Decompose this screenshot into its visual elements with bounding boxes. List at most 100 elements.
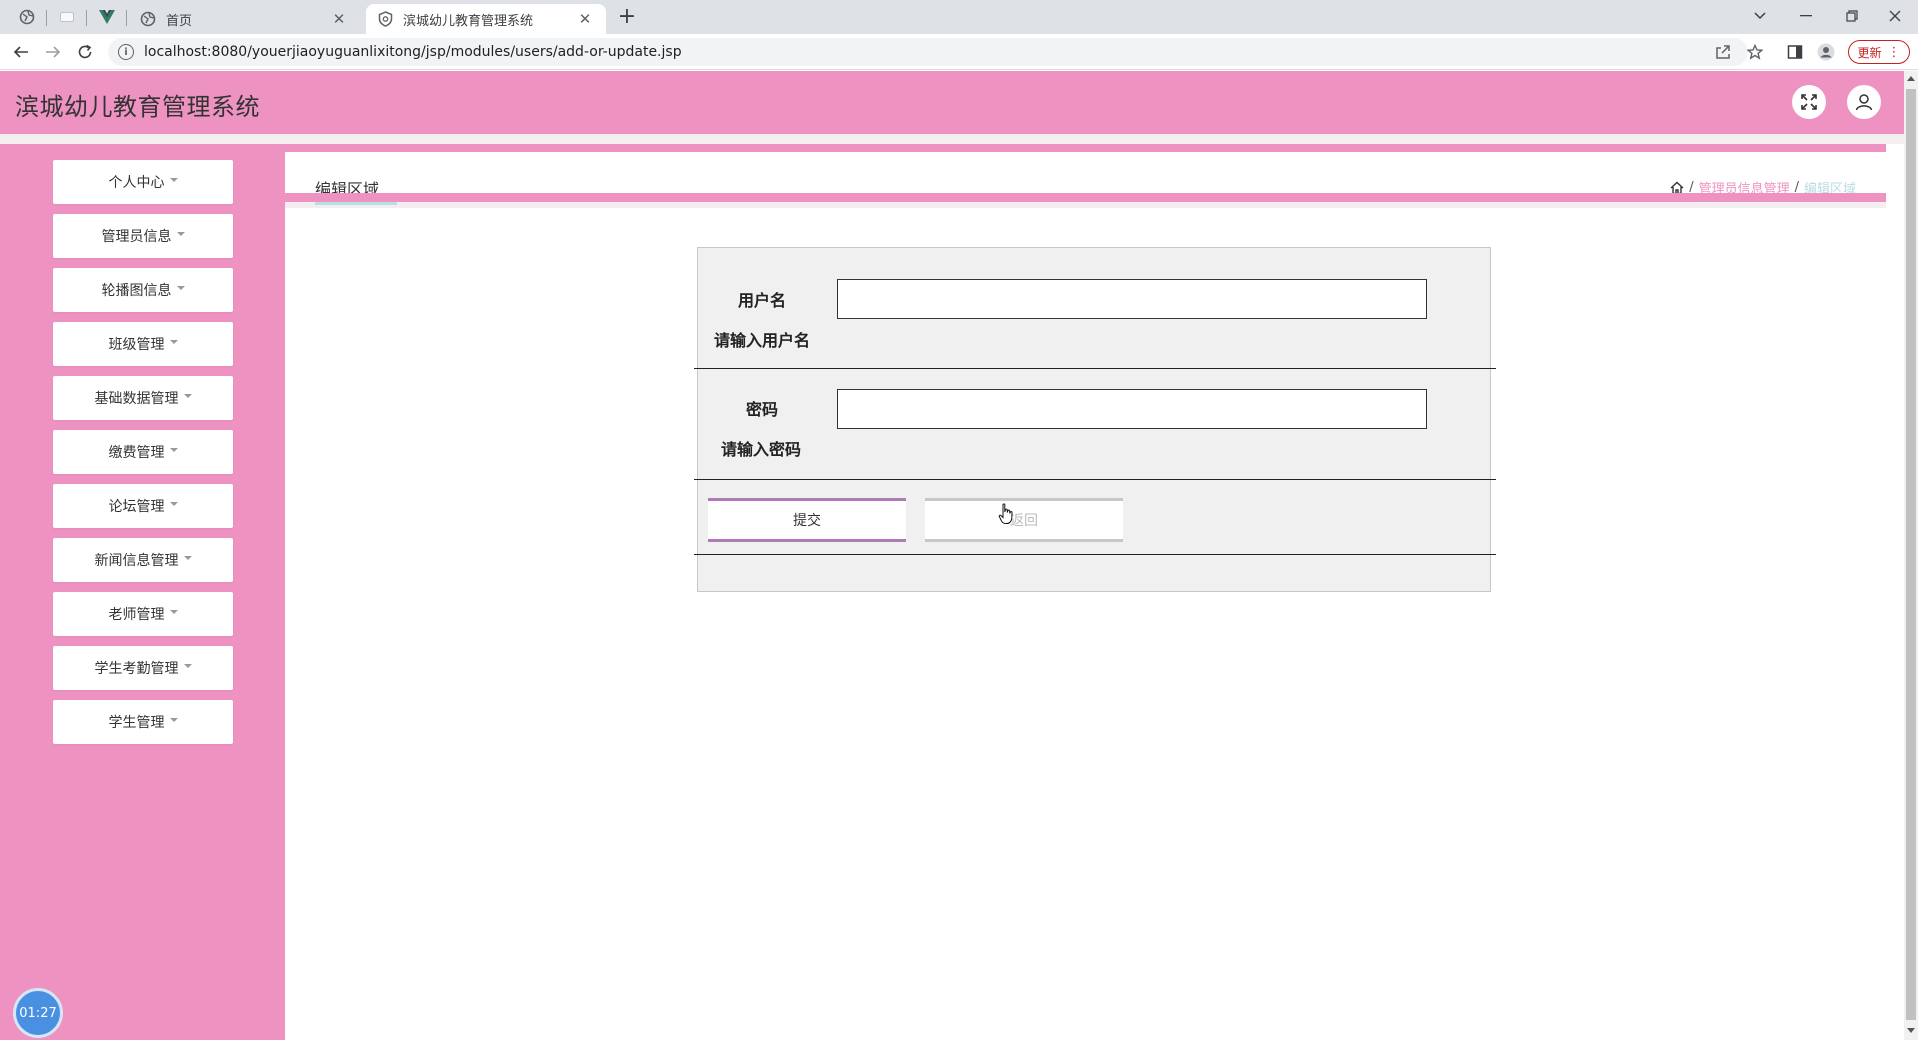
submit-button[interactable]: 提交 [708,498,906,542]
sidebar-item-personal-center[interactable]: 个人中心 [53,160,233,204]
password-input[interactable] [837,389,1427,429]
hand-cursor-icon [998,503,1013,524]
sidebar: 个人中心 管理员信息 轮播图信息 班级管理 基础数据管理 缴费管理 论坛管理 新… [0,144,285,1040]
tab-separator [126,10,127,26]
sidebar-item-basic-data[interactable]: 基础数据管理 [53,376,233,420]
caret-down-icon [176,286,185,290]
sidebar-item-label: 新闻信息管理 [94,553,179,569]
reload-icon[interactable] [72,39,98,65]
page-title: 编辑区域 [315,180,380,199]
breadcrumb-current: 编辑区域 [1803,182,1856,197]
caret-down-icon [169,178,178,182]
browser-toolbar: i localhost:8080/youerjiaoyuguanlixitong… [0,34,1918,70]
app-title: 滨城幼儿教育管理系统 [15,93,260,121]
globe-icon [140,11,156,27]
username-label: 用户名 [738,291,787,310]
user-menu-button[interactable] [1847,85,1881,119]
bookmark-star-icon[interactable] [1744,41,1766,63]
page-scrollbar[interactable] [1904,71,1918,1040]
back-arrow-icon[interactable] [8,39,34,65]
sidebar-item-payment[interactable]: 缴费管理 [53,430,233,474]
pinned-tab-blank[interactable] [54,6,80,28]
sidebar-item-label: 轮播图信息 [101,283,172,299]
sidebar-item-label: 基础数据管理 [94,391,179,407]
sidebar-item-label: 个人中心 [108,175,165,191]
sidebar-item-label: 学生考勤管理 [94,661,179,677]
tab-title: 首页 [166,13,193,29]
page-header-bar: 编辑区域 / 管理员信息管理 / 编辑区域 [285,144,1886,208]
fullscreen-icon [1801,94,1817,110]
caret-down-icon [183,394,192,398]
home-icon[interactable] [1670,181,1684,195]
browser-tab-strip: 首页 ✕ 滨城幼儿教育管理系统 ✕ + [0,0,1918,34]
sidebar-item-label: 论坛管理 [108,499,165,515]
caret-down-icon [169,610,178,614]
caret-down-icon [176,232,185,236]
sidebar-item-news[interactable]: 新闻信息管理 [53,538,233,582]
username-input[interactable] [837,279,1427,319]
minimize-icon[interactable] [1783,2,1829,30]
user-icon [1855,94,1873,111]
fullscreen-button[interactable] [1792,85,1826,119]
scroll-up-arrow-icon[interactable] [1907,76,1915,81]
tab-active-app[interactable]: 滨城幼儿教育管理系统 ✕ [366,4,606,34]
info-icon[interactable]: i [118,44,134,60]
username-hint: 请输入用户名 [714,331,811,350]
breadcrumb-link-admin-management[interactable]: 管理员信息管理 [1699,178,1790,197]
update-button[interactable]: 更新 ⋮ [1848,40,1910,64]
blank-page-icon [60,12,74,22]
sidebar-item-label: 老师管理 [108,607,165,623]
form-row-password: 密码 请输入密码 [694,369,1496,480]
scroll-thumb[interactable] [1906,89,1916,1020]
tab-title: 滨城幼儿教育管理系统 [403,13,534,29]
more-menu-icon: ⋮ [1887,44,1901,60]
address-bar[interactable]: i localhost:8080/youerjiaoyuguanlixitong… [108,38,1748,66]
caret-down-icon [183,556,192,560]
side-panel-icon[interactable] [1784,41,1806,63]
shield-icon [378,11,393,27]
breadcrumb: / 管理员信息管理 / 编辑区域 [1670,178,1856,197]
password-hint: 请输入密码 [721,440,802,459]
close-window-icon[interactable] [1872,2,1918,30]
caret-down-icon [169,340,178,344]
edit-form: 用户名 请输入用户名 密码 请输入密码 提交 返回 [694,247,1496,592]
close-icon[interactable]: ✕ [576,10,594,28]
tab-search-chevron-icon[interactable] [1737,2,1783,30]
caret-down-icon [169,448,178,452]
back-button[interactable]: 返回 [925,498,1123,542]
sidebar-item-carousel-info[interactable]: 轮播图信息 [53,268,233,312]
sidebar-item-label: 学生管理 [108,715,165,731]
sidebar-item-attendance[interactable]: 学生考勤管理 [53,646,233,690]
tab-home[interactable]: 首页 ✕ [128,4,360,34]
caret-down-icon [169,502,178,506]
timer-badge[interactable]: 01:27 [13,988,63,1038]
sidebar-item-class-management[interactable]: 班级管理 [53,322,233,366]
close-icon[interactable]: ✕ [330,10,348,28]
share-icon[interactable] [1712,41,1734,63]
sidebar-item-label: 班级管理 [108,337,165,353]
caret-down-icon [169,718,178,722]
header-divider [0,134,1904,144]
form-row-username: 用户名 请输入用户名 [694,248,1496,369]
forward-arrow-icon[interactable] [40,39,66,65]
new-tab-button[interactable]: + [614,6,640,28]
vue-logo-icon [99,10,115,24]
globe-icon [19,9,35,25]
form-row-actions: 提交 返回 [694,480,1496,555]
url-text: localhost:8080/youerjiaoyuguanlixitong/j… [144,44,682,60]
breadcrumb-separator: / [1794,180,1799,195]
sidebar-item-teachers[interactable]: 老师管理 [53,592,233,636]
restore-icon[interactable] [1829,2,1875,30]
sidebar-item-admin-info[interactable]: 管理员信息 [53,214,233,258]
scroll-down-arrow-icon[interactable] [1907,1028,1915,1033]
update-label: 更新 [1857,45,1882,60]
pinned-tab-globe[interactable] [14,6,40,28]
tab-separator [86,10,87,26]
sidebar-item-label: 缴费管理 [108,445,165,461]
sidebar-item-forum[interactable]: 论坛管理 [53,484,233,528]
sidebar-item-students[interactable]: 学生管理 [53,700,233,744]
profile-avatar-icon[interactable] [1815,41,1837,63]
sidebar-item-label: 管理员信息 [101,229,172,245]
tab-separator [46,10,47,26]
pinned-tab-vue[interactable] [94,6,120,28]
